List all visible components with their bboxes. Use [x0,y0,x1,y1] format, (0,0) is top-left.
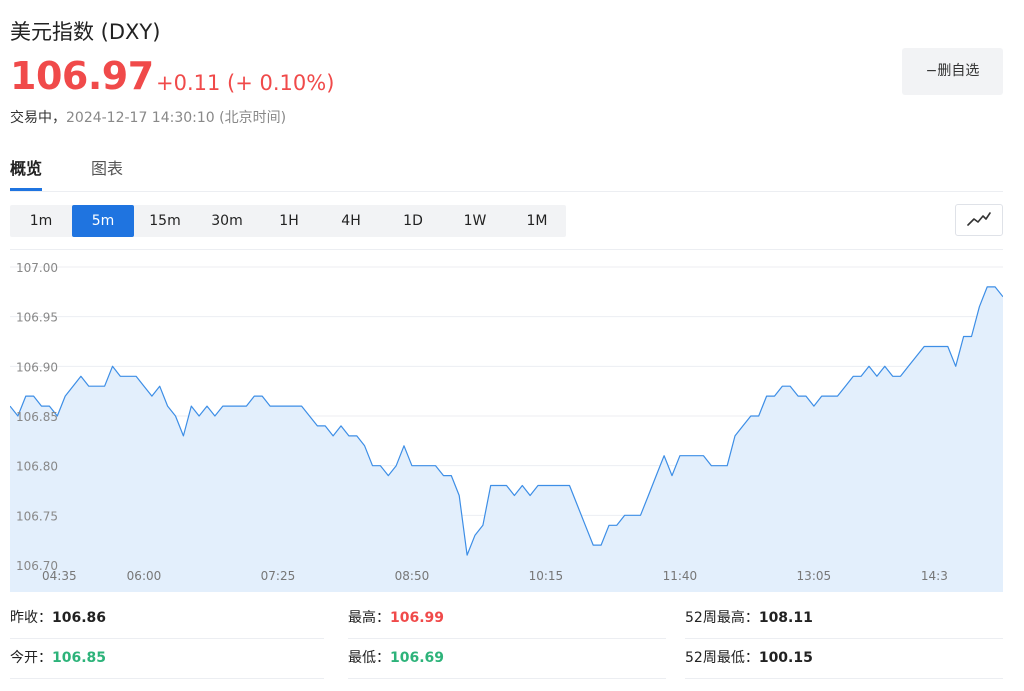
period-5m[interactable]: 5m [72,205,134,237]
stat-label: 52周最高： [685,610,759,626]
area-fill [10,286,1003,592]
last-price: 106.97 [10,54,154,98]
stat-label: 最高： [348,610,390,626]
stat-open: 今开：106.85 [10,638,324,679]
y-tick-label: 106.95 [16,311,58,325]
period-selector: 1m 5m 15m 30m 1H 4H 1D 1W 1M [10,205,566,237]
stat-52w-high: 52周最高：108.11 [685,598,1003,639]
stat-high: 最高：106.99 [348,598,666,639]
stat-value: 106.69 [390,650,445,666]
stats-panel: 昨收：106.86 最高：106.99 52周最高：108.11 今开：106.… [10,598,1003,679]
y-tick-label: 106.85 [16,410,58,424]
period-30m[interactable]: 30m [196,205,258,237]
stat-label: 最低： [348,650,390,666]
status-label: 交易中， [10,110,66,126]
stat-52w-low: 52周最低：100.15 [685,638,1003,679]
period-1d[interactable]: 1D [382,205,444,237]
period-1h[interactable]: 1H [258,205,320,237]
stat-label: 今开： [10,650,52,666]
price-chart-svg: 107.00106.95106.90106.85106.80106.75106.… [10,261,1003,592]
x-tick-label: 08:50 [395,569,430,583]
remove-watchlist-button[interactable]: −删自选 [902,48,1003,95]
tab-chart[interactable]: 图表 [91,155,123,190]
y-tick-label: 107.00 [16,261,58,275]
x-tick-label: 06:00 [127,569,162,583]
timestamp: 2024-12-17 14:30:10 (北京时间) [66,110,287,126]
x-tick-label: 07:25 [261,569,296,583]
x-tick-label: 04:35 [42,569,77,583]
y-tick-label: 106.80 [16,460,58,474]
stat-value: 106.86 [52,610,107,626]
page-title: 美元指数 (DXY) [10,20,161,44]
stat-prev-close: 昨收：106.86 [10,598,324,639]
stat-low: 最低：106.69 [348,638,666,679]
y-tick-label: 106.90 [16,360,58,374]
stat-label: 52周最低： [685,650,759,666]
y-tick-label: 106.75 [16,509,58,523]
chart-type-button[interactable] [955,204,1003,236]
stat-value: 106.85 [52,650,107,666]
period-1w[interactable]: 1W [444,205,506,237]
trading-status: 交易中，2024-12-17 14:30:10 (北京时间) [10,107,286,127]
x-tick-label: 13:05 [797,569,832,583]
x-tick-label: 10:15 [529,569,564,583]
period-15m[interactable]: 15m [134,205,196,237]
period-1mo[interactable]: 1M [506,205,568,237]
stat-value: 106.99 [390,610,445,626]
price-change: +0.11 (+ 0.10%) [156,71,335,95]
stat-label: 昨收： [10,610,52,626]
period-1m[interactable]: 1m [10,205,72,237]
x-tick-label: 11:40 [663,569,698,583]
stat-value: 108.11 [758,610,813,626]
tab-bar: 概览 图表 [10,155,1003,192]
tab-overview[interactable]: 概览 [10,155,43,191]
price-chart: 107.00 106.95 106.90 106.85 106.80 106.75 106.… [10,249,1003,592]
stat-value: 100.15 [758,650,813,666]
line-chart-icon [967,212,991,226]
period-4h[interactable]: 4H [320,205,382,237]
x-tick-label: 14:3 [921,569,948,583]
